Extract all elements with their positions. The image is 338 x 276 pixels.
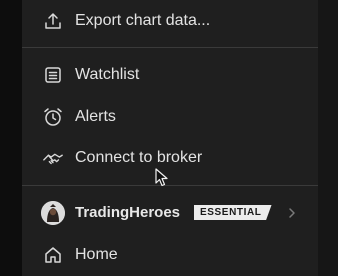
home-icon xyxy=(42,244,64,266)
handshake-icon xyxy=(42,147,64,169)
menu-divider xyxy=(22,185,318,186)
left-background xyxy=(0,0,22,276)
right-background xyxy=(318,0,338,276)
watchlist-menu-item[interactable]: Watchlist xyxy=(22,54,318,96)
upload-icon xyxy=(42,10,64,32)
connect-to-broker-label: Connect to broker xyxy=(75,149,203,166)
home-menu-item[interactable]: Home xyxy=(22,234,318,276)
export-chart-data-menu-item[interactable]: Export chart data... xyxy=(22,0,318,42)
connect-to-broker-menu-item[interactable]: Connect to broker xyxy=(22,137,318,179)
plan-badge: ESSENTIAL xyxy=(194,205,272,220)
avatar xyxy=(41,201,65,225)
home-label: Home xyxy=(75,246,118,263)
alerts-label: Alerts xyxy=(75,108,116,125)
export-chart-data-label: Export chart data... xyxy=(75,12,211,29)
main-menu: Export chart data... Watchlist Alerts Co… xyxy=(22,0,318,276)
mouse-cursor-icon xyxy=(155,168,168,187)
chevron-right-icon xyxy=(287,206,297,225)
alarm-clock-icon xyxy=(42,106,64,128)
profile-menu-item[interactable]: TradingHeroes ESSENTIAL xyxy=(22,192,318,234)
menu-divider xyxy=(22,47,318,48)
alerts-menu-item[interactable]: Alerts xyxy=(22,96,318,138)
list-icon xyxy=(42,64,64,86)
profile-name: TradingHeroes xyxy=(75,204,181,221)
watchlist-label: Watchlist xyxy=(75,66,140,83)
